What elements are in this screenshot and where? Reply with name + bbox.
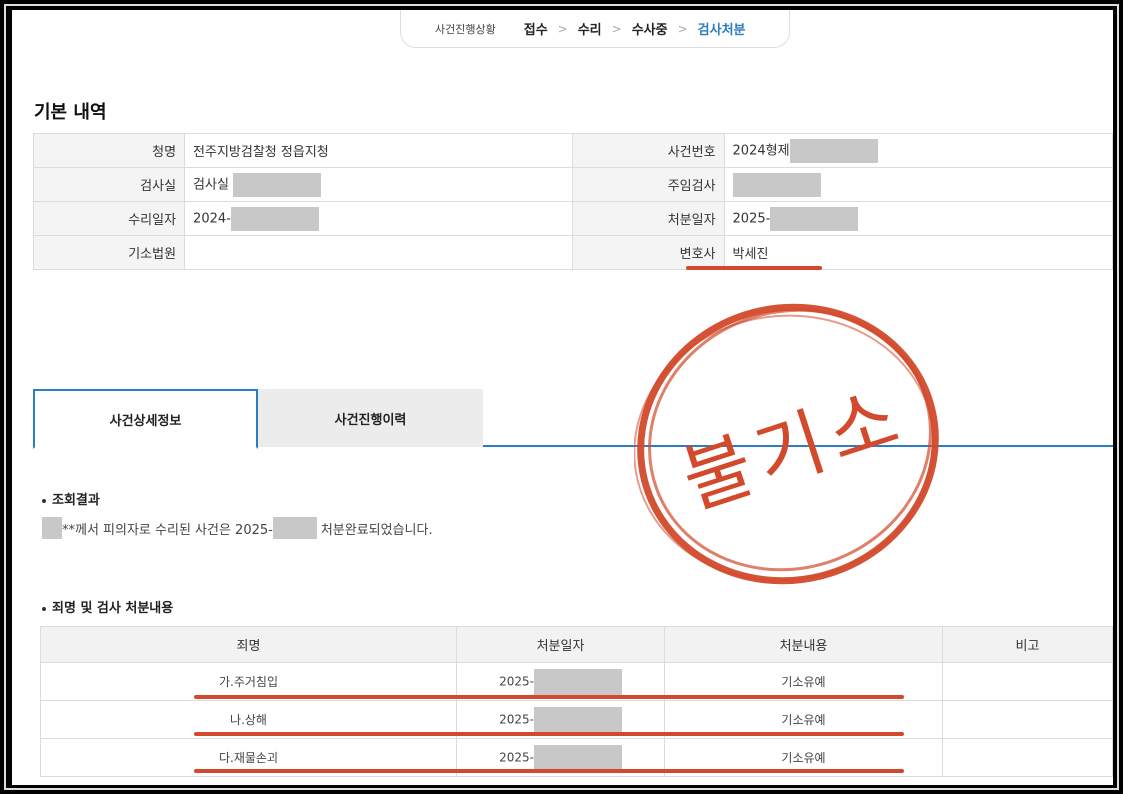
redaction-box — [732, 172, 821, 197]
lawyer-label: 변호사 — [572, 235, 725, 270]
redaction-box — [789, 138, 878, 163]
query-result-heading: 조회결과 — [42, 489, 100, 508]
progress-step-accepted: 수리 — [577, 23, 602, 38]
col-crime-name: 죄명 — [40, 626, 457, 663]
tab-case-history[interactable]: 사건진행이력 — [258, 389, 483, 447]
table-row: 수리일자 2024- 처분일자 2025- — [32, 201, 1113, 236]
redaction-box — [533, 706, 622, 733]
redaction-box — [42, 517, 62, 539]
office-value: 전주지방검찰청 정읍지청 — [184, 133, 574, 168]
case-number-label: 사건번호 — [572, 133, 725, 168]
redaction-box — [533, 744, 622, 771]
table-header-row: 죄명 처분일자 처분내용 비고 — [40, 626, 1113, 663]
table-row: 기소법원 변호사 박세진 — [32, 235, 1113, 270]
crime-note — [942, 662, 1113, 701]
office-label: 청명 — [32, 133, 186, 168]
court-value — [184, 235, 574, 270]
basic-info-title: 기본 내역 — [34, 102, 107, 123]
accept-date-value: 2024- — [184, 201, 574, 236]
lawyer-underline — [686, 266, 822, 270]
query-result-text: **께서 피의자로 수리된 사건은 2025- 처분완료되었습니다. — [42, 517, 433, 539]
progress-step-received: 접수 — [523, 23, 548, 38]
basic-info-table: 청명 전주지방검찰청 정읍지청 사건번호 2024형제 검사실 검사실 주임검사… — [32, 133, 1113, 270]
progress-separator: > — [557, 21, 568, 36]
crime-underline-2 — [194, 732, 904, 736]
redaction-box — [770, 206, 859, 231]
disposition-date-value: 2025- — [723, 201, 1113, 236]
redaction-box — [230, 206, 319, 231]
case-page: 사건진행상황 접수 > 수리 > 수사중 > 검사처분 기본 내역 청명 전주지… — [12, 10, 1113, 785]
bullet-icon — [42, 498, 46, 503]
court-label: 기소법원 — [32, 235, 186, 270]
bullet-icon — [42, 606, 46, 611]
non-prosecution-stamp: 불기소 — [634, 303, 939, 585]
crime-underline-1 — [194, 695, 904, 699]
col-disposition-content: 처분내용 — [664, 626, 943, 663]
prosecutor-room-label: 검사실 — [32, 167, 186, 202]
prosecutor-room-value: 검사실 — [184, 167, 574, 202]
lead-prosecutor-value — [723, 167, 1113, 202]
redaction-box — [533, 668, 622, 695]
col-note: 비고 — [942, 626, 1113, 663]
case-number-value: 2024형제 — [723, 133, 1113, 168]
stamp-text: 불기소 — [672, 373, 916, 525]
case-progress: 사건진행상황 접수 > 수리 > 수사중 > 검사처분 — [400, 10, 790, 48]
redaction-box — [233, 172, 322, 197]
crime-underline-3 — [194, 769, 904, 773]
progress-step-investigating: 수사중 — [631, 23, 668, 38]
progress-separator: > — [611, 21, 622, 36]
table-row: 청명 전주지방검찰청 정읍지청 사건번호 2024형제 — [32, 133, 1113, 168]
disposition-date-label: 처분일자 — [572, 201, 725, 236]
crime-table: 죄명 처분일자 처분내용 비고 가.주거침입 2025- 기소유예 나.상해 2… — [40, 626, 1113, 777]
progress-label: 사건진행상황 — [435, 22, 496, 36]
redaction-box — [272, 517, 317, 539]
crime-note — [942, 738, 1113, 777]
accept-date-label: 수리일자 — [32, 201, 186, 236]
crime-note — [942, 700, 1113, 739]
lawyer-value: 박세진 — [723, 235, 1113, 270]
col-disposition-date: 처분일자 — [456, 626, 665, 663]
progress-separator: > — [677, 21, 688, 36]
table-row: 검사실 검사실 주임검사 — [32, 167, 1113, 202]
detail-tabs: 사건진행이력 사건상세정보 — [33, 389, 1113, 449]
lead-prosecutor-label: 주임검사 — [572, 167, 725, 202]
progress-step-disposition: 검사처분 — [697, 23, 746, 38]
crime-heading: 죄명 및 검사 처분내용 — [42, 597, 173, 616]
tab-case-detail[interactable]: 사건상세정보 — [33, 389, 258, 449]
